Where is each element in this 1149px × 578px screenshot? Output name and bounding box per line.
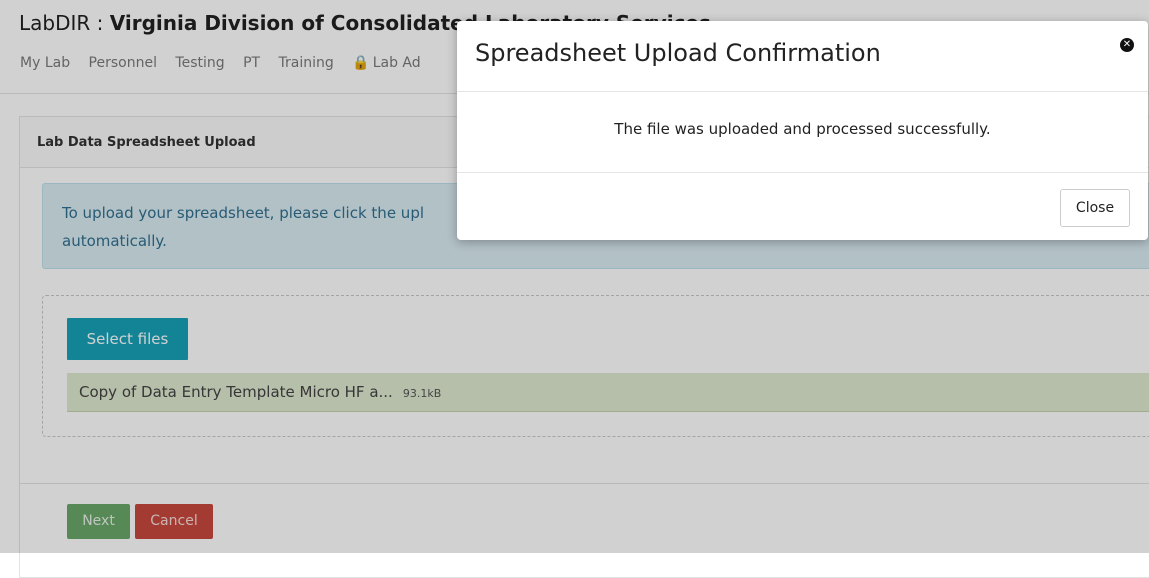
close-button[interactable]: Close <box>1060 189 1130 227</box>
dialog-message: The file was uploaded and processed succ… <box>457 92 1148 173</box>
upload-confirmation-dialog: Spreadsheet Upload Confirmation ✕ The fi… <box>457 21 1148 240</box>
dialog-title: Spreadsheet Upload Confirmation <box>475 39 881 67</box>
dialog-header: Spreadsheet Upload Confirmation ✕ <box>457 21 1148 92</box>
close-circle-icon[interactable]: ✕ <box>1120 38 1134 52</box>
dialog-footer: Close <box>457 173 1148 241</box>
